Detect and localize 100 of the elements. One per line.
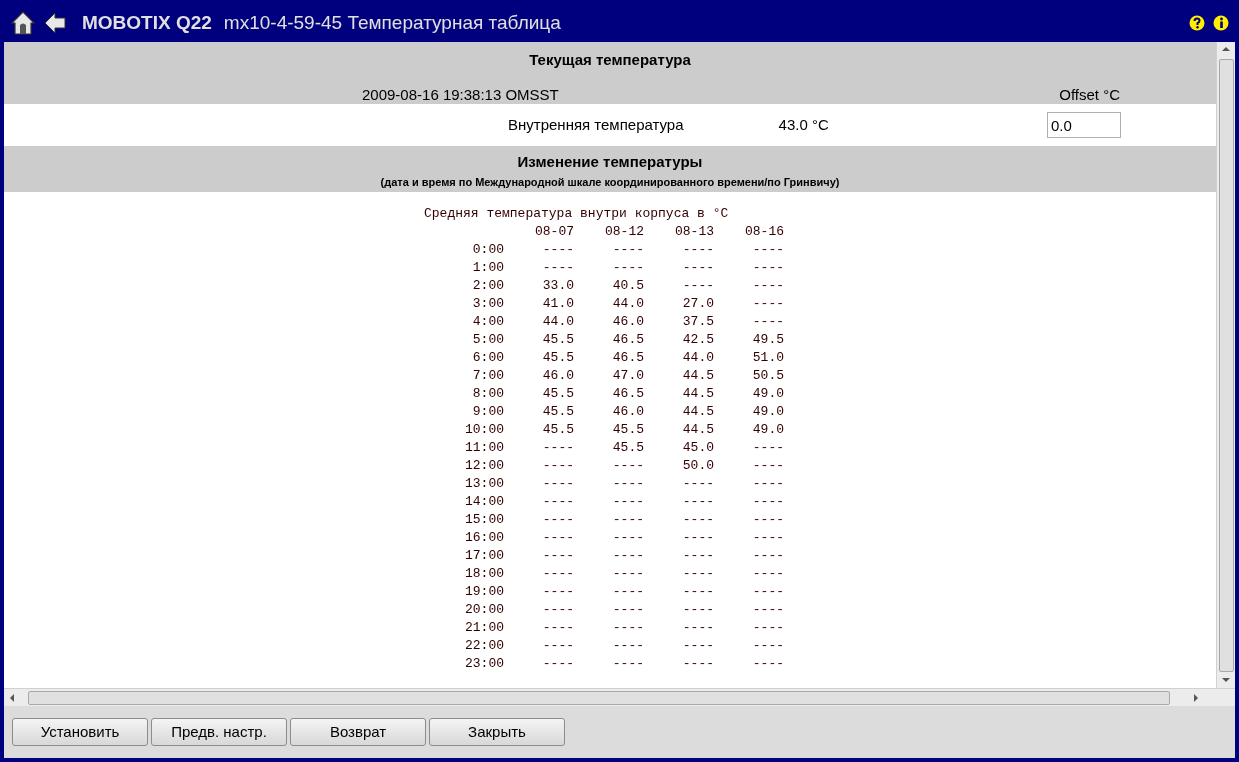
table-cell-text: ---- xyxy=(541,637,574,655)
table-cell-text: 45.5 xyxy=(541,349,574,367)
action-button[interactable]: Возврат xyxy=(290,718,426,746)
table-cell-text: 50.5 xyxy=(751,367,784,385)
time-cell-text: 21:00 xyxy=(464,619,504,637)
table-cell-text: ---- xyxy=(611,241,644,259)
table-cell-text: ---- xyxy=(681,601,714,619)
table-cell-text: ---- xyxy=(541,619,574,637)
table-cell-text: 47.0 xyxy=(611,367,644,385)
table-cell-text: ---- xyxy=(751,637,784,655)
time-cell-text: 9:00 xyxy=(471,403,504,421)
table-cell-text: ---- xyxy=(681,655,714,673)
table-cell-text: ---- xyxy=(611,547,644,565)
time-cell-text: 10:00 xyxy=(464,421,504,439)
table-cell-text: ---- xyxy=(611,511,644,529)
table-cell-text: ---- xyxy=(751,583,784,601)
table-cell-text: ---- xyxy=(611,493,644,511)
vertical-scrollbar[interactable] xyxy=(1216,42,1235,688)
table-cell-text: 41.0 xyxy=(541,295,574,313)
time-cell-text: 20:00 xyxy=(464,601,504,619)
info-icon[interactable] xyxy=(1213,15,1229,31)
table-cell-text: ---- xyxy=(541,259,574,277)
table-cell-text: 27.0 xyxy=(681,295,714,313)
table-cell-text: ---- xyxy=(681,583,714,601)
table-cell-text: 46.5 xyxy=(611,331,644,349)
table-cell-text: 33.0 xyxy=(541,277,574,295)
table-cell-text: ---- xyxy=(611,619,644,637)
scroll-up-icon[interactable] xyxy=(1222,47,1230,51)
table-cell-text: ---- xyxy=(751,655,784,673)
table-cell-text: 44.5 xyxy=(681,385,714,403)
table-cell-text: 44.5 xyxy=(681,421,714,439)
table-cell-text: 45.5 xyxy=(611,439,644,457)
table-cell-text: ---- xyxy=(681,277,714,295)
table-cell-text: 45.5 xyxy=(541,421,574,439)
scroll-thumb[interactable] xyxy=(28,690,1170,705)
home-icon[interactable] xyxy=(10,10,36,36)
table-cell-text: ---- xyxy=(751,493,784,511)
time-cell-text: 13:00 xyxy=(464,475,504,493)
scroll-right-icon[interactable] xyxy=(1194,693,1198,702)
section-heading: Текущая температура xyxy=(528,50,692,70)
scroll-left-icon[interactable] xyxy=(10,693,14,702)
offset-input[interactable]: 0.0 xyxy=(1047,112,1121,138)
table-cell-text: ---- xyxy=(751,439,784,457)
sensor-value: 43.0 °C xyxy=(778,114,829,135)
table-cell-text: 45.5 xyxy=(541,403,574,421)
time-cell-text: 7:00 xyxy=(471,367,504,385)
time-cell-text: 15:00 xyxy=(464,511,504,529)
table-cell-text: 44.0 xyxy=(541,313,574,331)
table-cell-text: 46.5 xyxy=(611,349,644,367)
help-icon[interactable] xyxy=(1189,15,1205,31)
table-cell-text: ---- xyxy=(751,457,784,475)
horizontal-scrollbar[interactable] xyxy=(4,688,1235,706)
table-cell-text: 46.5 xyxy=(611,385,644,403)
scroll-down-icon[interactable] xyxy=(1222,678,1230,682)
time-cell-text: 18:00 xyxy=(464,565,504,583)
action-button[interactable]: Установить xyxy=(12,718,148,746)
table-cell-text: ---- xyxy=(541,241,574,259)
table-cell-text: 44.0 xyxy=(611,295,644,313)
table-cell-text: ---- xyxy=(751,475,784,493)
window-title: mx10-4-59-45 Температурная таблица xyxy=(223,10,561,35)
table-cell-text: ---- xyxy=(541,529,574,547)
table-cell-text: ---- xyxy=(751,511,784,529)
table-cell-text: ---- xyxy=(681,493,714,511)
table-cell-text: ---- xyxy=(681,475,714,493)
table-cell-text: ---- xyxy=(611,457,644,475)
brand-name: MOBOTIX Q22 xyxy=(82,10,212,35)
table-cell-text: 42.5 xyxy=(681,331,714,349)
table-cell-text: 45.0 xyxy=(681,439,714,457)
table-cell-text: 45.5 xyxy=(611,421,644,439)
back-arrow-icon[interactable] xyxy=(44,12,66,34)
table-cell-text: ---- xyxy=(681,511,714,529)
section-heading: Изменение температуры xyxy=(517,152,703,172)
table-cell-text: ---- xyxy=(611,637,644,655)
time-cell-text: 0:00 xyxy=(471,241,504,259)
table-cell-text: 37.5 xyxy=(681,313,714,331)
table-cell-text: ---- xyxy=(611,475,644,493)
time-cell-text: 11:00 xyxy=(464,439,504,457)
table-cell-text: ---- xyxy=(751,295,784,313)
table-cell-text: ---- xyxy=(751,259,784,277)
table-cell-text: 45.5 xyxy=(541,385,574,403)
table-cell-text: ---- xyxy=(611,601,644,619)
table-cell-text: 50.0 xyxy=(681,457,714,475)
table-cell-text: ---- xyxy=(681,637,714,655)
table-cell-text: ---- xyxy=(751,529,784,547)
time-cell-text: 3:00 xyxy=(471,295,504,313)
table-cell-text: ---- xyxy=(541,439,574,457)
column-header: 08-13 xyxy=(674,223,714,241)
time-cell-text: 4:00 xyxy=(471,313,504,331)
table-cell-text: ---- xyxy=(541,583,574,601)
time-cell-text: 5:00 xyxy=(471,331,504,349)
scroll-thumb[interactable] xyxy=(1218,59,1234,672)
sensor-label: Внутренняя температура xyxy=(508,114,684,135)
action-button[interactable]: Предв. настр. xyxy=(151,718,287,746)
table-cell-text: 49.0 xyxy=(751,403,784,421)
action-button[interactable]: Закрыть xyxy=(429,718,565,746)
table-cell-text: ---- xyxy=(611,583,644,601)
table-cell-text: 49.5 xyxy=(751,331,784,349)
time-cell-text: 14:00 xyxy=(464,493,504,511)
time-cell-text: 16:00 xyxy=(464,529,504,547)
table-cell-text: 49.0 xyxy=(751,421,784,439)
